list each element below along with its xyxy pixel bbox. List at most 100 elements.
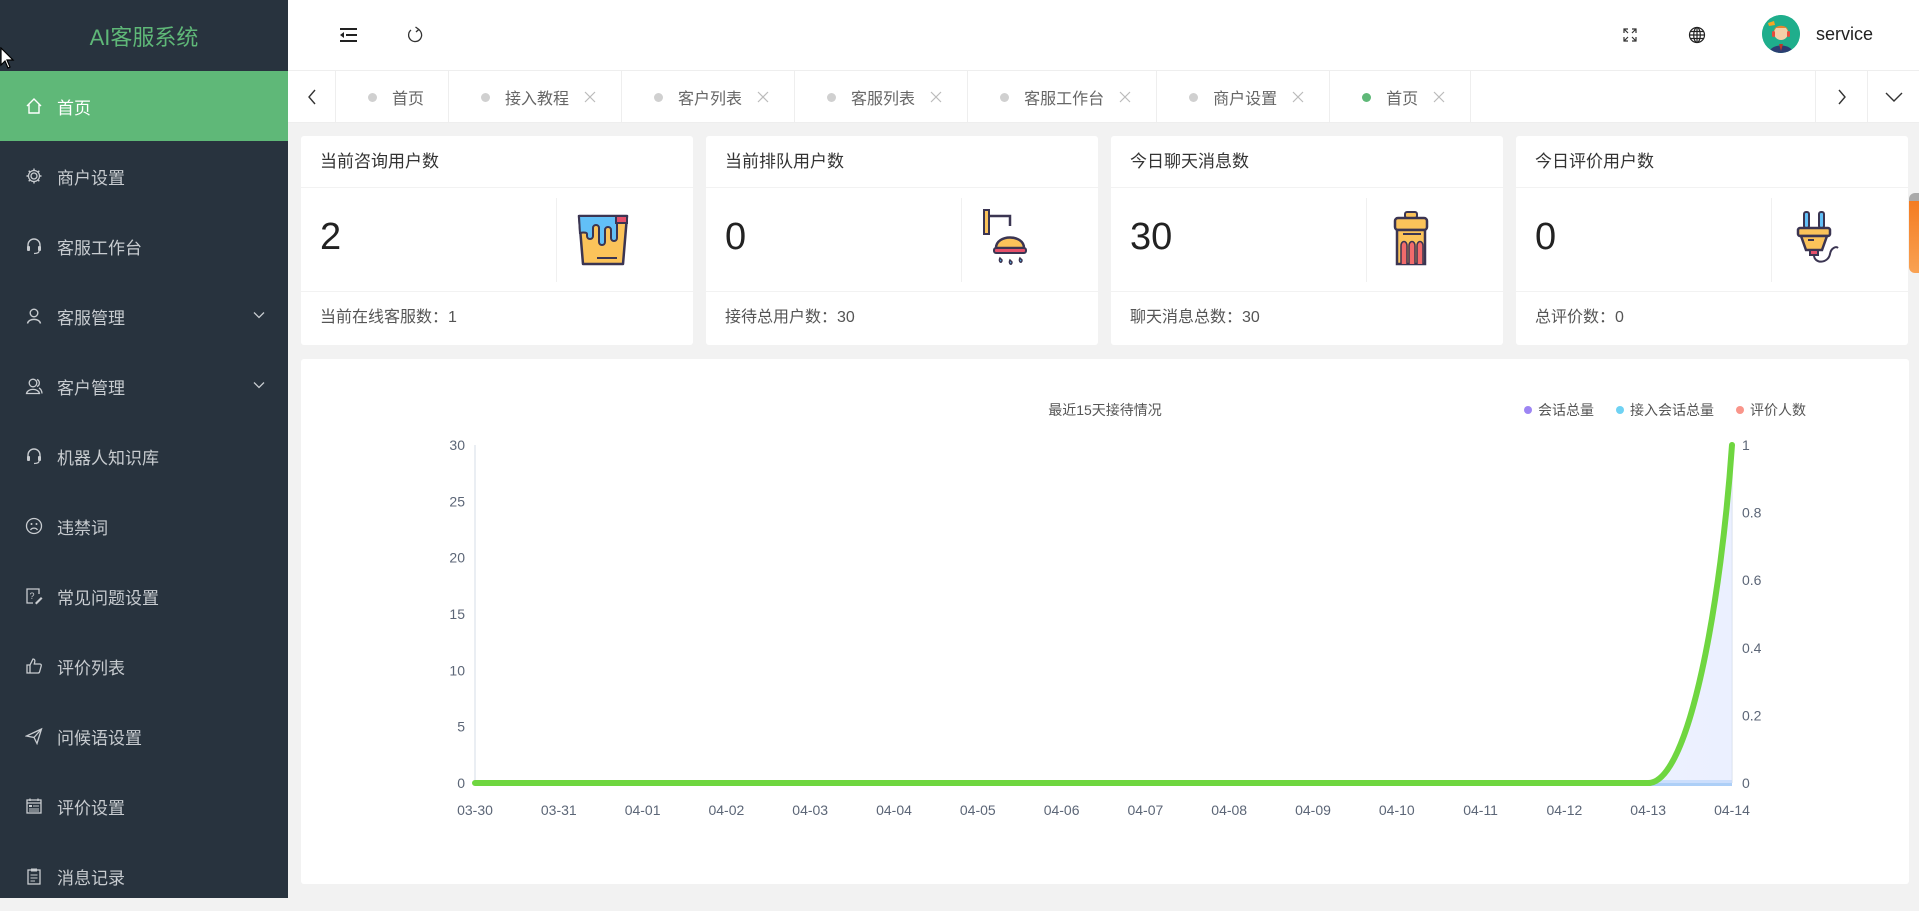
x-tick-label: 03-31: [541, 802, 577, 818]
refresh-button[interactable]: [402, 22, 428, 48]
sidebar-item-9[interactable]: 问候语设置: [0, 701, 288, 771]
floating-side-tab[interactable]: [1909, 193, 1919, 273]
sidebar-item-11[interactable]: 消息记录: [0, 841, 288, 911]
series-line-3: [472, 442, 1735, 787]
x-tick-label: 04-12: [1546, 802, 1582, 818]
users-icon: [24, 376, 44, 396]
user-menu[interactable]: service: [1761, 15, 1873, 53]
y-right-tick-label: 0.6: [1742, 572, 1762, 588]
home-icon: [24, 96, 44, 116]
sidebar: AI客服系统 首页 商户设置 客服工作台 客服管理 客户管理 机器人知识库 违禁…: [0, 0, 288, 898]
tabs-scroll-left-button[interactable]: [288, 71, 336, 123]
trash-can-icon: [1393, 211, 1429, 266]
card-footer: 总评价数：0: [1535, 309, 1624, 326]
sidebar-item-7[interactable]: ? 常见问题设置: [0, 561, 288, 631]
sidebar-item-6[interactable]: 违禁词: [0, 491, 288, 561]
x-tick-label: 04-13: [1630, 802, 1666, 818]
close-icon[interactable]: [1432, 90, 1446, 104]
tab-6[interactable]: 首页: [1330, 71, 1472, 123]
close-icon[interactable]: [583, 90, 597, 104]
sidebar-item-5[interactable]: 机器人知识库: [0, 421, 288, 491]
tab-5[interactable]: 商户设置: [1157, 71, 1331, 123]
thumbs-up-icon: [24, 656, 44, 676]
sidebar-item-label: 常见问题设置: [57, 588, 159, 608]
card-title: 当前排队用户数: [706, 136, 1098, 188]
question-edit-icon: ?: [24, 586, 44, 606]
y-right-tick-label: 0: [1742, 775, 1750, 791]
card-value: 2: [320, 216, 342, 258]
x-tick-label: 04-07: [1127, 802, 1163, 818]
card-value: 0: [1535, 216, 1557, 258]
tab-1[interactable]: 接入教程: [449, 71, 623, 123]
sidebar-item-label: 违禁词: [57, 518, 108, 538]
x-tick-label: 04-04: [876, 802, 912, 818]
stat-card-consulting: 当前咨询用户数 2 当前在线客服数：1: [301, 136, 693, 345]
sidebar-item-label: 消息记录: [57, 868, 125, 888]
tab-3[interactable]: 客服列表: [795, 71, 969, 123]
sad-face-icon: [24, 516, 44, 536]
card-footer: 聊天消息总数：30: [1130, 309, 1260, 326]
gear-icon: [24, 166, 44, 186]
sidebar-item-1[interactable]: 商户设置: [0, 141, 288, 211]
tab-status-dot: [654, 92, 664, 102]
plug-icon: [1796, 211, 1839, 263]
y-left-tick-label: 5: [457, 719, 465, 735]
sidebar-item-label: 评价列表: [57, 658, 125, 678]
chevron-right-icon: [1837, 89, 1846, 105]
chevron-down-icon: [1885, 92, 1902, 102]
x-tick-label: 04-05: [960, 802, 996, 818]
chevron-left-icon: [307, 89, 316, 105]
tab-label: 首页: [392, 91, 425, 108]
stat-cards: 当前咨询用户数 2 当前在线客服数：1 当前排队用户数 0 接待总用户数：30 …: [301, 136, 1919, 345]
chart-panel: 最近15天接待情况 会话总量 接入会话总量 评价人数 0 5 10 15 20 25 30 0…: [301, 359, 1909, 884]
sidebar-item-3[interactable]: 客服管理: [0, 281, 288, 351]
card-value: 30: [1130, 216, 1173, 258]
tab-bar: 首页 接入教程 客户列表 客服列表 客服工作台 商户设置 首页: [288, 71, 1919, 123]
svg-text:?: ?: [30, 591, 35, 601]
sidebar-item-label: 首页: [57, 98, 91, 118]
stat-card-ratings: 今日评价用户数 0 总评价数：0: [1516, 136, 1908, 345]
x-tick-label: 04-06: [1044, 802, 1080, 818]
fullscreen-icon: [1623, 28, 1637, 42]
tab-label: 首页: [1386, 91, 1419, 108]
x-tick-label: 04-03: [792, 802, 828, 818]
tab-status-dot: [368, 92, 377, 102]
y-left-tick-label: 0: [457, 775, 465, 791]
tab-status-dot: [1362, 92, 1372, 102]
tab-4[interactable]: 客服工作台: [968, 71, 1158, 123]
tab-2[interactable]: 客户列表: [622, 71, 796, 123]
y-left-tick-label: 15: [449, 606, 465, 622]
sidebar-item-8[interactable]: 评价列表: [0, 631, 288, 701]
paint-bucket-icon: [577, 214, 629, 266]
tab-label: 接入教程: [505, 91, 570, 108]
close-icon[interactable]: [756, 90, 770, 104]
tabs-scroll-right-button[interactable]: [1815, 71, 1867, 123]
x-tick-label: 04-08: [1211, 802, 1247, 818]
fullscreen-button[interactable]: [1617, 22, 1643, 48]
sidebar-item-2[interactable]: 客服工作台: [0, 211, 288, 281]
y-right-tick-label: 0.8: [1742, 505, 1762, 521]
tabs-dropdown-button[interactable]: [1867, 71, 1919, 123]
tab-status-dot: [827, 92, 837, 102]
y-right-tick-label: 0.4: [1742, 640, 1762, 656]
y-left-tick-label: 25: [449, 493, 465, 509]
sidebar-item-0[interactable]: 首页: [0, 71, 288, 141]
language-button[interactable]: [1684, 22, 1710, 48]
sidebar-item-4[interactable]: 客户管理: [0, 351, 288, 421]
tab-status-dot: [481, 92, 491, 102]
shower-icon: [983, 209, 1027, 265]
close-icon[interactable]: [1118, 90, 1132, 104]
y-left-tick-label: 30: [449, 437, 465, 453]
chevron-down-icon: [253, 382, 265, 389]
sidebar-item-label: 机器人知识库: [57, 448, 159, 468]
sidebar-item-10[interactable]: 评价设置: [0, 771, 288, 841]
collapse-menu-button[interactable]: [336, 22, 362, 48]
close-icon[interactable]: [929, 90, 943, 104]
tab-label: 商户设置: [1213, 91, 1278, 108]
tab-0[interactable]: 首页: [336, 71, 450, 123]
mouse-cursor-icon: [0, 47, 15, 69]
tab-label: 客服列表: [851, 91, 916, 108]
x-tick-label: 04-01: [625, 802, 661, 818]
x-tick-label: 04-11: [1463, 802, 1498, 818]
close-icon[interactable]: [1291, 90, 1305, 104]
